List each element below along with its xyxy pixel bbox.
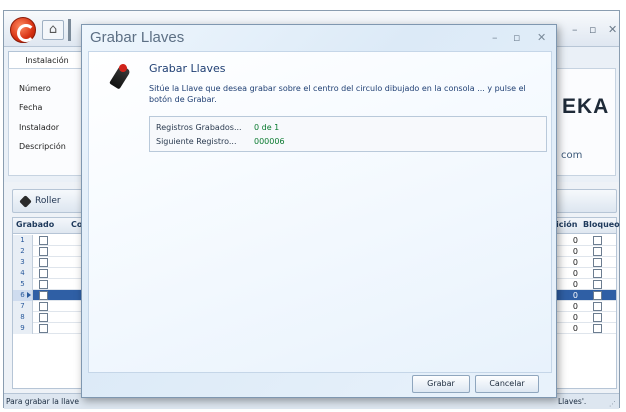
registros-grabados-value: 0 de 1: [254, 123, 280, 132]
home-icon[interactable]: ⌂: [42, 20, 64, 40]
dialog-title: Grabar Llaves: [90, 29, 185, 46]
siguiente-registro-label: Siguiente Registro...: [156, 137, 237, 146]
grabado-checkbox[interactable]: [39, 258, 48, 267]
bloqueo-checkbox[interactable]: [593, 291, 602, 300]
bloqueo-checkbox[interactable]: [593, 302, 602, 311]
row-number[interactable]: 2: [13, 246, 33, 257]
posicion-value: 0: [572, 291, 578, 300]
bloqueo-checkbox[interactable]: [593, 280, 602, 289]
roller-label: Roller: [35, 196, 61, 206]
col-header-posicion[interactable]: ición: [556, 220, 577, 229]
col-header-bloqueo[interactable]: Bloqueo: [583, 220, 620, 229]
grabar-button[interactable]: Grabar: [412, 375, 470, 393]
key-icon: [109, 62, 131, 90]
brand-domain: com: [561, 150, 583, 161]
status-text: Para grabar la llave: [6, 397, 79, 406]
status-text-tail: Llaves'.: [558, 397, 587, 406]
dialog-close-icon[interactable]: ✕: [537, 31, 546, 44]
col-header-grabado[interactable]: Grabado: [16, 220, 54, 229]
dialog-minimize-icon[interactable]: –: [492, 31, 498, 44]
posicion-value: 0: [572, 313, 578, 322]
posicion-value: 0: [572, 236, 578, 245]
posicion-value: 0: [572, 302, 578, 311]
dialog-body: Grabar Llaves Sitúe la Llave que desea g…: [88, 51, 552, 373]
descripcion-label: Descripción: [19, 142, 66, 151]
grabado-checkbox[interactable]: [39, 236, 48, 245]
row-number[interactable]: 9: [13, 323, 33, 334]
posicion-value: 0: [572, 280, 578, 289]
current-row-indicator-icon: [27, 292, 31, 298]
dialog-titlebar[interactable]: Grabar Llaves – ▫ ✕: [82, 25, 556, 51]
posicion-value: 0: [572, 258, 578, 267]
minimize-icon[interactable]: –: [572, 23, 578, 36]
grabado-checkbox[interactable]: [39, 247, 48, 256]
fecha-label: Fecha: [19, 103, 43, 112]
grabado-checkbox[interactable]: [39, 280, 48, 289]
row-number[interactable]: 7: [13, 301, 33, 312]
bloqueo-checkbox[interactable]: [593, 313, 602, 322]
maximize-icon[interactable]: ▫: [589, 23, 596, 36]
row-number[interactable]: 5: [13, 279, 33, 290]
bloqueo-checkbox[interactable]: [593, 247, 602, 256]
grabado-checkbox[interactable]: [39, 269, 48, 278]
row-number[interactable]: 4: [13, 268, 33, 279]
posicion-value: 0: [572, 269, 578, 278]
brand-logo-text: EKA: [562, 95, 610, 118]
roller-button[interactable]: Roller: [17, 193, 67, 210]
grabado-checkbox[interactable]: [39, 291, 48, 300]
row-number[interactable]: 1: [13, 235, 33, 246]
grabado-checkbox[interactable]: [39, 302, 48, 311]
roller-icon: [19, 195, 32, 208]
dialog-heading: Grabar Llaves: [149, 62, 226, 75]
dialog-instruction: Sitúe la Llave que desea grabar sobre el…: [149, 84, 526, 104]
instalador-label: Instalador: [19, 123, 60, 132]
posicion-value: 0: [572, 247, 578, 256]
bloqueo-checkbox[interactable]: [593, 324, 602, 333]
toolbar-separator: [68, 19, 71, 41]
registros-grabados-label: Registros Grabados...: [156, 123, 242, 132]
dialog-maximize-icon[interactable]: ▫: [513, 31, 520, 44]
close-icon[interactable]: ✕: [608, 23, 617, 36]
app-logo-icon[interactable]: [10, 17, 36, 43]
progress-info-box: Registros Grabados... 0 de 1 Siguiente R…: [149, 116, 547, 152]
row-number[interactable]: 3: [13, 257, 33, 268]
tab-instalacion[interactable]: Instalación: [8, 51, 86, 69]
resize-grip-icon[interactable]: ⋰: [609, 400, 617, 408]
numero-label: Número: [19, 84, 51, 93]
posicion-value: 0: [572, 324, 578, 333]
bloqueo-checkbox[interactable]: [593, 269, 602, 278]
bloqueo-checkbox[interactable]: [593, 236, 602, 245]
bloqueo-checkbox[interactable]: [593, 258, 602, 267]
grabar-llaves-dialog: Grabar Llaves – ▫ ✕ Grabar Llaves Sitúe …: [81, 24, 557, 398]
cancelar-button[interactable]: Cancelar: [475, 375, 539, 393]
siguiente-registro-value: 000006: [254, 137, 285, 146]
row-number[interactable]: 8: [13, 312, 33, 323]
grabado-checkbox[interactable]: [39, 324, 48, 333]
grabado-checkbox[interactable]: [39, 313, 48, 322]
